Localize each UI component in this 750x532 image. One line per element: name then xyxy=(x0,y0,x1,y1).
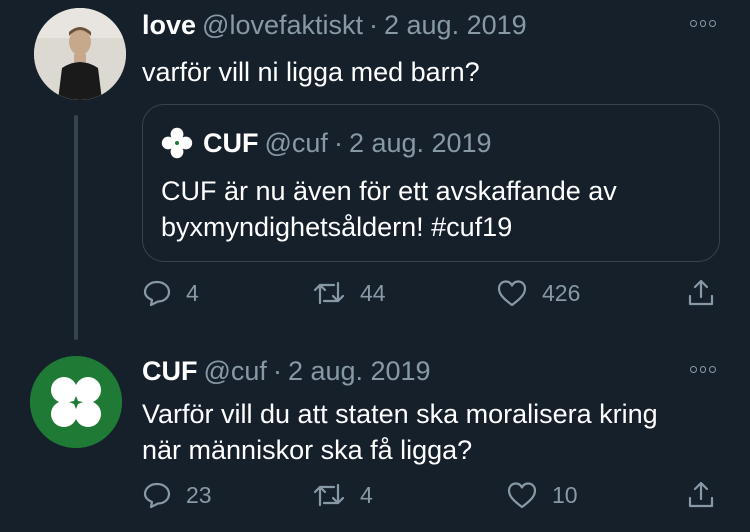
tweet-actions: 4 44 426 xyxy=(0,278,750,318)
share-icon xyxy=(688,481,714,508)
reply-button[interactable]: 4 xyxy=(142,278,199,308)
quoted-handle: @cuf xyxy=(264,127,328,158)
separator: · xyxy=(272,356,282,386)
four-leaf-clover-icon xyxy=(30,356,122,448)
separator: · xyxy=(333,127,343,158)
share-button[interactable] xyxy=(686,278,716,308)
tweet-text: varför vill ni ligga med barn? xyxy=(142,57,480,87)
quoted-tweet-text: CUF är nu även för ett avskaffande av by… xyxy=(161,173,701,245)
avatar[interactable] xyxy=(34,8,126,100)
quoted-text-line: CUF är nu även för ett avskaffande av xyxy=(161,176,617,206)
like-button[interactable]: 10 xyxy=(506,480,578,510)
quoted-tweet[interactable]: CUF @cuf · 2 aug. 2019 CUF är nu även fö… xyxy=(142,104,720,262)
tweet[interactable]: CUF @cuf · 2 aug. 2019 Varför vill du at… xyxy=(0,340,750,532)
handle[interactable]: @cuf xyxy=(204,356,267,387)
like-count: 10 xyxy=(552,481,578,508)
four-leaf-clover-icon xyxy=(161,127,193,159)
separator: · xyxy=(369,10,378,40)
timestamp[interactable]: 2 aug. 2019 xyxy=(288,356,431,387)
display-name[interactable]: CUF xyxy=(142,356,198,387)
reply-count: 23 xyxy=(186,481,212,508)
display-name[interactable]: love xyxy=(142,10,196,41)
reply-button[interactable]: 23 xyxy=(142,480,212,510)
tweet-header: CUF @cuf · 2 aug. 2019 xyxy=(142,356,431,387)
like-button[interactable]: 426 xyxy=(496,278,580,308)
reply-count: 4 xyxy=(186,279,199,306)
handle[interactable]: @lovefaktiskt xyxy=(202,10,363,41)
like-count: 426 xyxy=(542,279,581,306)
tweet-actions: 23 4 10 xyxy=(0,480,750,520)
heart-icon xyxy=(497,280,527,307)
quoted-timestamp: 2 aug. 2019 xyxy=(348,127,492,158)
share-icon xyxy=(688,279,714,306)
quoted-tweet-header: CUF @cuf · 2 aug. 2019 xyxy=(161,127,492,159)
person-photo-icon xyxy=(34,8,126,100)
tweet-text-line: Varför vill du att staten ska moralisera… xyxy=(142,399,658,429)
retweet-icon xyxy=(313,281,345,305)
heart-icon xyxy=(507,482,537,509)
reply-icon xyxy=(143,280,171,307)
quoted-display-name: CUF xyxy=(203,127,259,158)
more-options-icon[interactable] xyxy=(690,366,717,376)
retweet-icon xyxy=(313,483,345,507)
tweet[interactable]: love @lovefaktiskt · 2 aug. 2019 varför … xyxy=(0,0,750,340)
retweet-button[interactable]: 4 xyxy=(312,480,373,510)
retweet-button[interactable]: 44 xyxy=(312,278,386,308)
tweet-header: love @lovefaktiskt · 2 aug. 2019 xyxy=(142,10,527,41)
tweet-text: Varför vill du att staten ska moralisera… xyxy=(142,396,658,468)
reply-icon xyxy=(143,482,171,509)
retweet-count: 4 xyxy=(360,481,373,508)
more-options-icon[interactable] xyxy=(690,20,717,30)
share-button[interactable] xyxy=(686,480,716,510)
retweet-count: 44 xyxy=(360,279,386,306)
tweet-text-line: när människor ska få ligga? xyxy=(142,435,473,465)
avatar[interactable] xyxy=(30,356,122,448)
quoted-text-line: byxmyndighetsåldern! #cuf19 xyxy=(161,212,513,242)
timestamp[interactable]: 2 aug. 2019 xyxy=(384,10,527,41)
